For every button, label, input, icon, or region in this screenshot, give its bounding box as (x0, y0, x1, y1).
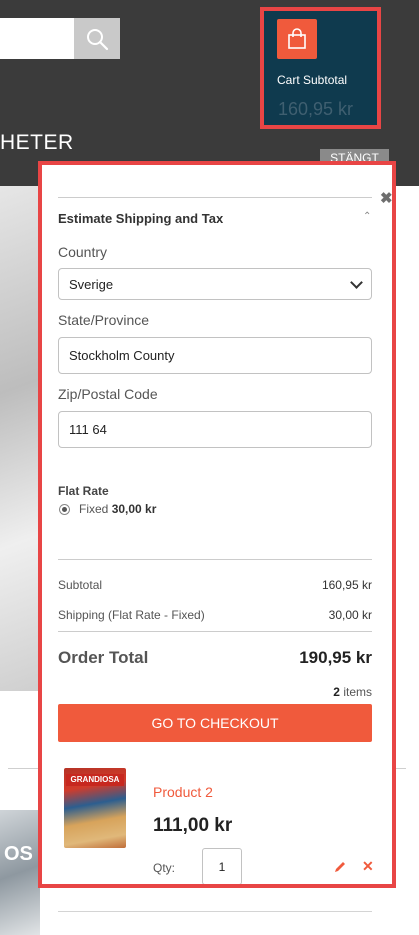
chevron-down-icon (350, 276, 363, 289)
qty-input[interactable]: 1 (202, 848, 242, 884)
cart-subtotal-amount: 160,95 kr (278, 99, 354, 119)
search-button[interactable] (74, 18, 120, 59)
product-name-link[interactable]: Product 2 (153, 784, 213, 800)
shipping-option-label[interactable]: Fixed 30,00 kr (79, 502, 156, 516)
divider (58, 559, 372, 560)
zip-field-value: 111 64 (69, 422, 107, 437)
cart-widget[interactable]: Cart Subtotal 160,95 kr (260, 7, 381, 129)
shipping-method-title: Flat Rate (58, 484, 109, 498)
product-brand-text: GRANDIOSA (66, 774, 124, 786)
edit-pencil-icon[interactable] (333, 860, 347, 879)
search-input[interactable] (0, 18, 74, 59)
shipping-option-price: 30,00 kr (111, 502, 157, 516)
shipping-label: Shipping (Flat Rate - Fixed) (58, 608, 205, 622)
divider (58, 197, 372, 198)
minicart-dropdown: ✖ Estimate Shipping and Tax ⌃ Country Sv… (38, 161, 396, 888)
zip-field[interactable]: 111 64 (58, 411, 372, 448)
background-divider (58, 911, 372, 912)
remove-item-icon[interactable]: ✕ (362, 858, 374, 875)
product-price: 111,00 kr (153, 815, 233, 836)
shopping-bag-icon (277, 19, 317, 59)
country-select[interactable]: Sverige (58, 268, 372, 300)
chevron-up-icon[interactable]: ⌃ (363, 211, 371, 222)
state-field[interactable]: Stockholm County (58, 337, 372, 374)
state-label: State/Province (58, 312, 150, 328)
shipping-option-prefix: Fixed (79, 502, 109, 516)
shipping-radio[interactable] (59, 504, 70, 515)
items-count-number: 2 (333, 685, 340, 699)
subtotal-label: Subtotal (58, 578, 103, 592)
estimate-shipping-title[interactable]: Estimate Shipping and Tax (58, 211, 223, 226)
subtotal-value: 160,95 kr (321, 578, 372, 592)
items-count-word: items (343, 685, 372, 699)
background-product-image (0, 810, 40, 935)
state-field-value: Stockholm County (69, 348, 175, 363)
divider (58, 631, 372, 632)
background-logo-text: OS (4, 843, 33, 865)
cart-subtotal-label: Cart Subtotal (277, 73, 348, 87)
close-icon[interactable]: ✖ (380, 189, 392, 207)
nav-item-label[interactable]: HETER (0, 131, 74, 155)
order-total-value: 190,95 kr (299, 648, 372, 667)
qty-label: Qty: (153, 861, 176, 875)
country-select-value: Sverige (69, 276, 114, 292)
shipping-value: 30,00 kr (328, 608, 372, 622)
background-divider (8, 768, 40, 769)
background-banner-image (0, 186, 40, 691)
search-icon (87, 28, 109, 50)
product-thumbnail[interactable]: GRANDIOSA (64, 768, 126, 848)
country-label: Country (58, 244, 108, 260)
order-total-label: Order Total (58, 648, 149, 667)
items-count: 2 items (333, 685, 372, 699)
zip-label: Zip/Postal Code (58, 386, 158, 402)
checkout-button[interactable]: GO TO CHECKOUT (58, 704, 372, 742)
background-divider (396, 768, 406, 769)
